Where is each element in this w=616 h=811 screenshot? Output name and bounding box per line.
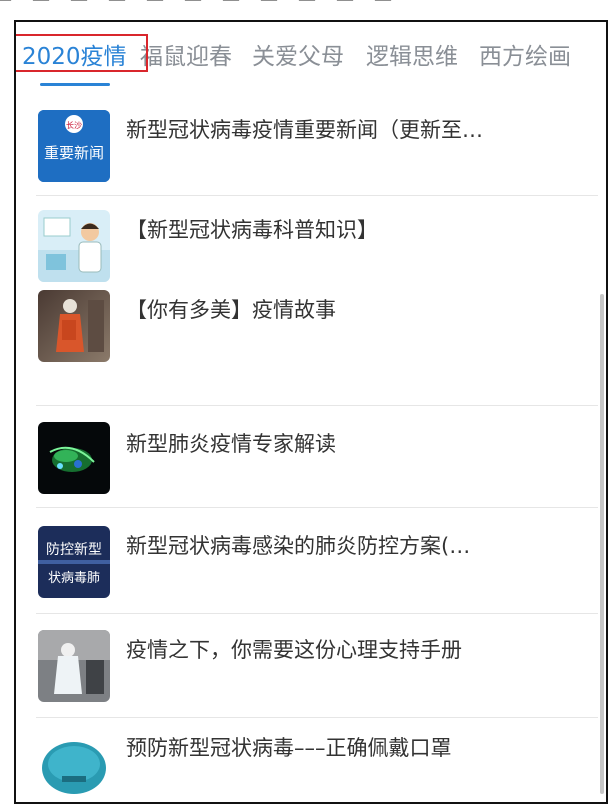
list-item[interactable]: 新型肺炎疫情专家解读 [36,406,598,508]
thumb-text: 重要新闻 [44,144,104,162]
article-thumbnail: 长沙 重要新闻 [38,110,110,182]
thumb-badge: 长沙 [66,120,82,130]
thumb-text-line2: 状病毒肺 [48,571,100,586]
article-title[interactable]: 【你有多美】疫情故事 [126,294,586,324]
article-title[interactable]: 新型肺炎疫情专家解读 [126,428,586,458]
tab-care-parents[interactable]: 关爱父母 [252,37,344,71]
list-item[interactable]: 【新型冠状病毒科普知识】 [36,196,598,284]
list-item[interactable]: 【你有多美】疫情故事 [36,284,598,406]
article-title[interactable]: 新型冠状病毒感染的肺炎防控方案(… [126,530,586,560]
active-tab-indicator [40,83,110,86]
article-thumbnail [38,210,110,282]
phone-screen: 2020疫情 福鼠迎春 关爱父母 逻辑思维 西方绘画 长沙 重要新闻 新型冠状病… [14,20,608,804]
article-title[interactable]: 预防新型冠状病毒–––正确佩戴口罩 [126,732,586,762]
tab-spring-festival[interactable]: 福鼠迎春 [140,37,232,71]
category-tab-bar: 2020疫情 福鼠迎春 关爱父母 逻辑思维 西方绘画 [16,22,606,88]
article-thumbnail [38,630,110,702]
list-item[interactable]: 长沙 重要新闻 新型冠状病毒疫情重要新闻（更新至… [36,88,598,196]
article-title[interactable]: 疫情之下，你需要这份心理支持手册 [126,634,586,664]
scrollbar[interactable] [600,294,604,794]
tab-logical-thinking[interactable]: 逻辑思维 [366,37,458,71]
article-list: 长沙 重要新闻 新型冠状病毒疫情重要新闻（更新至… 【新型冠状病毒科普知识】 【… [16,88,606,802]
annotation-highlight-box [16,34,148,72]
article-title[interactable]: 【新型冠状病毒科普知识】 [126,214,586,244]
cropped-top-text: ——————————— [0,0,616,12]
article-thumbnail: 防控新型 状病毒肺 [38,526,110,598]
article-thumbnail [38,422,110,494]
list-item[interactable]: 防控新型 状病毒肺 新型冠状病毒感染的肺炎防控方案(… [36,508,598,614]
article-thumbnail [38,728,110,800]
list-item[interactable]: 预防新型冠状病毒–––正确佩戴口罩 [36,718,598,802]
list-item[interactable]: 疫情之下，你需要这份心理支持手册 [36,614,598,718]
article-thumbnail [38,290,110,362]
thumb-text-line1: 防控新型 [46,542,102,558]
article-title[interactable]: 新型冠状病毒疫情重要新闻（更新至… [126,114,586,144]
tab-western-painting[interactable]: 西方绘画 [479,37,571,71]
